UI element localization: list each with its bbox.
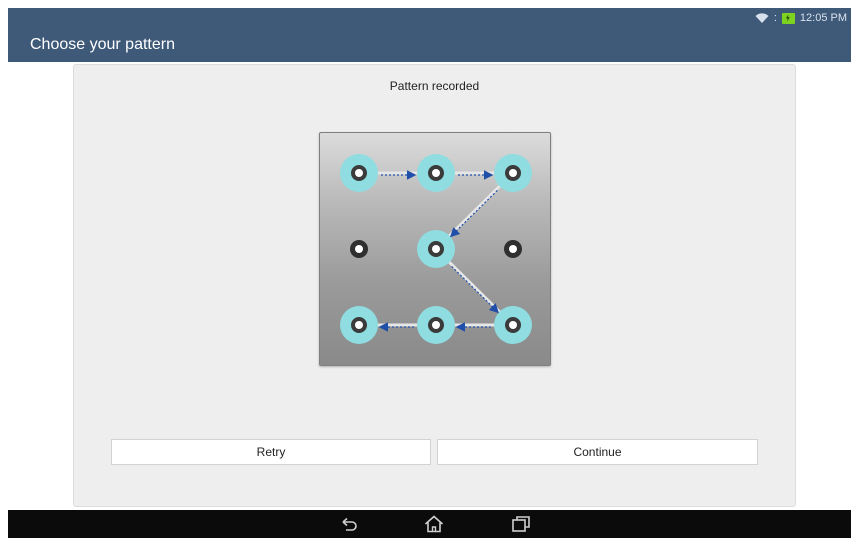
action-bar: Choose your pattern (8, 30, 851, 62)
back-icon[interactable] (338, 515, 360, 533)
selected-dot-center (509, 321, 517, 329)
home-icon[interactable] (423, 515, 445, 533)
pattern-status-heading: Pattern recorded (389, 79, 480, 93)
wifi-icon (755, 12, 769, 23)
page-title: Choose your pattern (30, 36, 175, 53)
selected-dot-center (355, 321, 363, 329)
pattern-dot-center (509, 245, 517, 253)
status-bar: : 12:05 PM (8, 8, 851, 30)
selected-dot-center (509, 169, 517, 177)
status-time: 12:05 PM (799, 12, 847, 24)
pattern-card: Pattern recorded Retry Continue (73, 64, 796, 507)
selected-dot-center (355, 169, 363, 177)
recent-apps-icon[interactable] (510, 515, 532, 533)
retry-button[interactable]: Retry (111, 439, 431, 465)
status-icons: : 12:05 PM (755, 12, 847, 24)
continue-button[interactable]: Continue (437, 439, 758, 465)
pattern-dot-center (355, 245, 363, 253)
pattern-lock-grid[interactable] (319, 132, 551, 366)
pattern-drawing[interactable] (320, 133, 552, 367)
signal-separator: : (773, 12, 777, 24)
selected-dot-center (432, 245, 440, 253)
battery-charging-icon (781, 12, 795, 24)
device-screen: : 12:05 PM Choose your pattern Pattern r… (8, 8, 851, 538)
selected-dot-center (432, 321, 440, 329)
navigation-bar (8, 510, 851, 538)
selected-dot-center (432, 169, 440, 177)
